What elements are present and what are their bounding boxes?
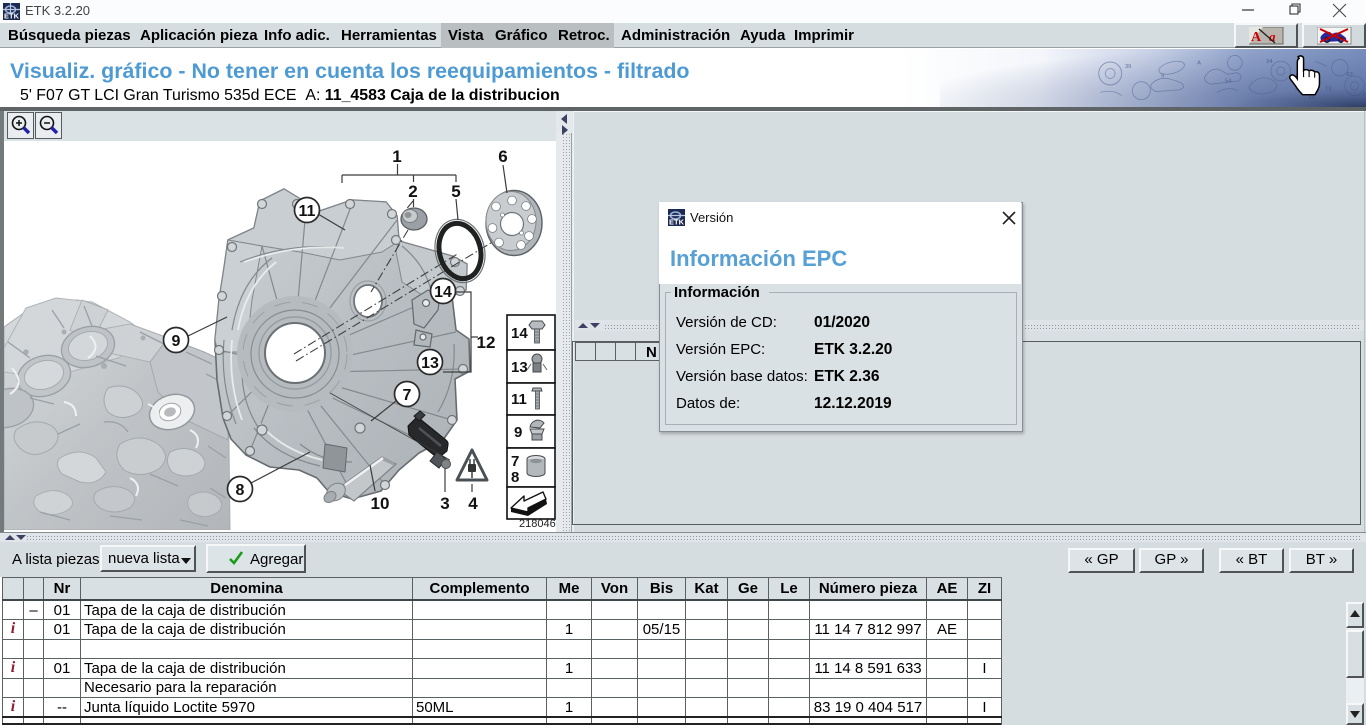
svg-text:1: 1	[392, 147, 401, 166]
svg-text:11: 11	[299, 203, 316, 220]
svg-text:9: 9	[514, 424, 522, 441]
svg-text:8: 8	[511, 469, 519, 486]
svg-text:3: 3	[440, 494, 449, 513]
svg-text:218046: 218046	[519, 518, 556, 530]
svg-text:5: 5	[451, 182, 460, 201]
svg-text:10: 10	[371, 494, 390, 513]
svg-text:2: 2	[408, 182, 417, 201]
svg-text:8: 8	[236, 482, 245, 499]
svg-text:13: 13	[421, 355, 439, 372]
svg-text:ETK: ETK	[669, 218, 685, 227]
svg-text:a: a	[1269, 29, 1276, 44]
svg-text:4: 4	[468, 494, 478, 513]
svg-text:N: N	[646, 344, 657, 361]
svg-text:6: 6	[498, 147, 507, 166]
svg-text:11: 11	[511, 391, 527, 408]
svg-text:7: 7	[403, 387, 412, 404]
svg-text:A: A	[1251, 30, 1262, 45]
svg-text:12: 12	[477, 333, 496, 352]
svg-text:13: 13	[511, 359, 528, 376]
svg-text:7: 7	[511, 453, 519, 470]
svg-text:14: 14	[434, 284, 452, 301]
svg-text:9: 9	[172, 333, 181, 350]
svg-text:14: 14	[511, 325, 528, 342]
svg-text:ETK: ETK	[4, 12, 20, 21]
